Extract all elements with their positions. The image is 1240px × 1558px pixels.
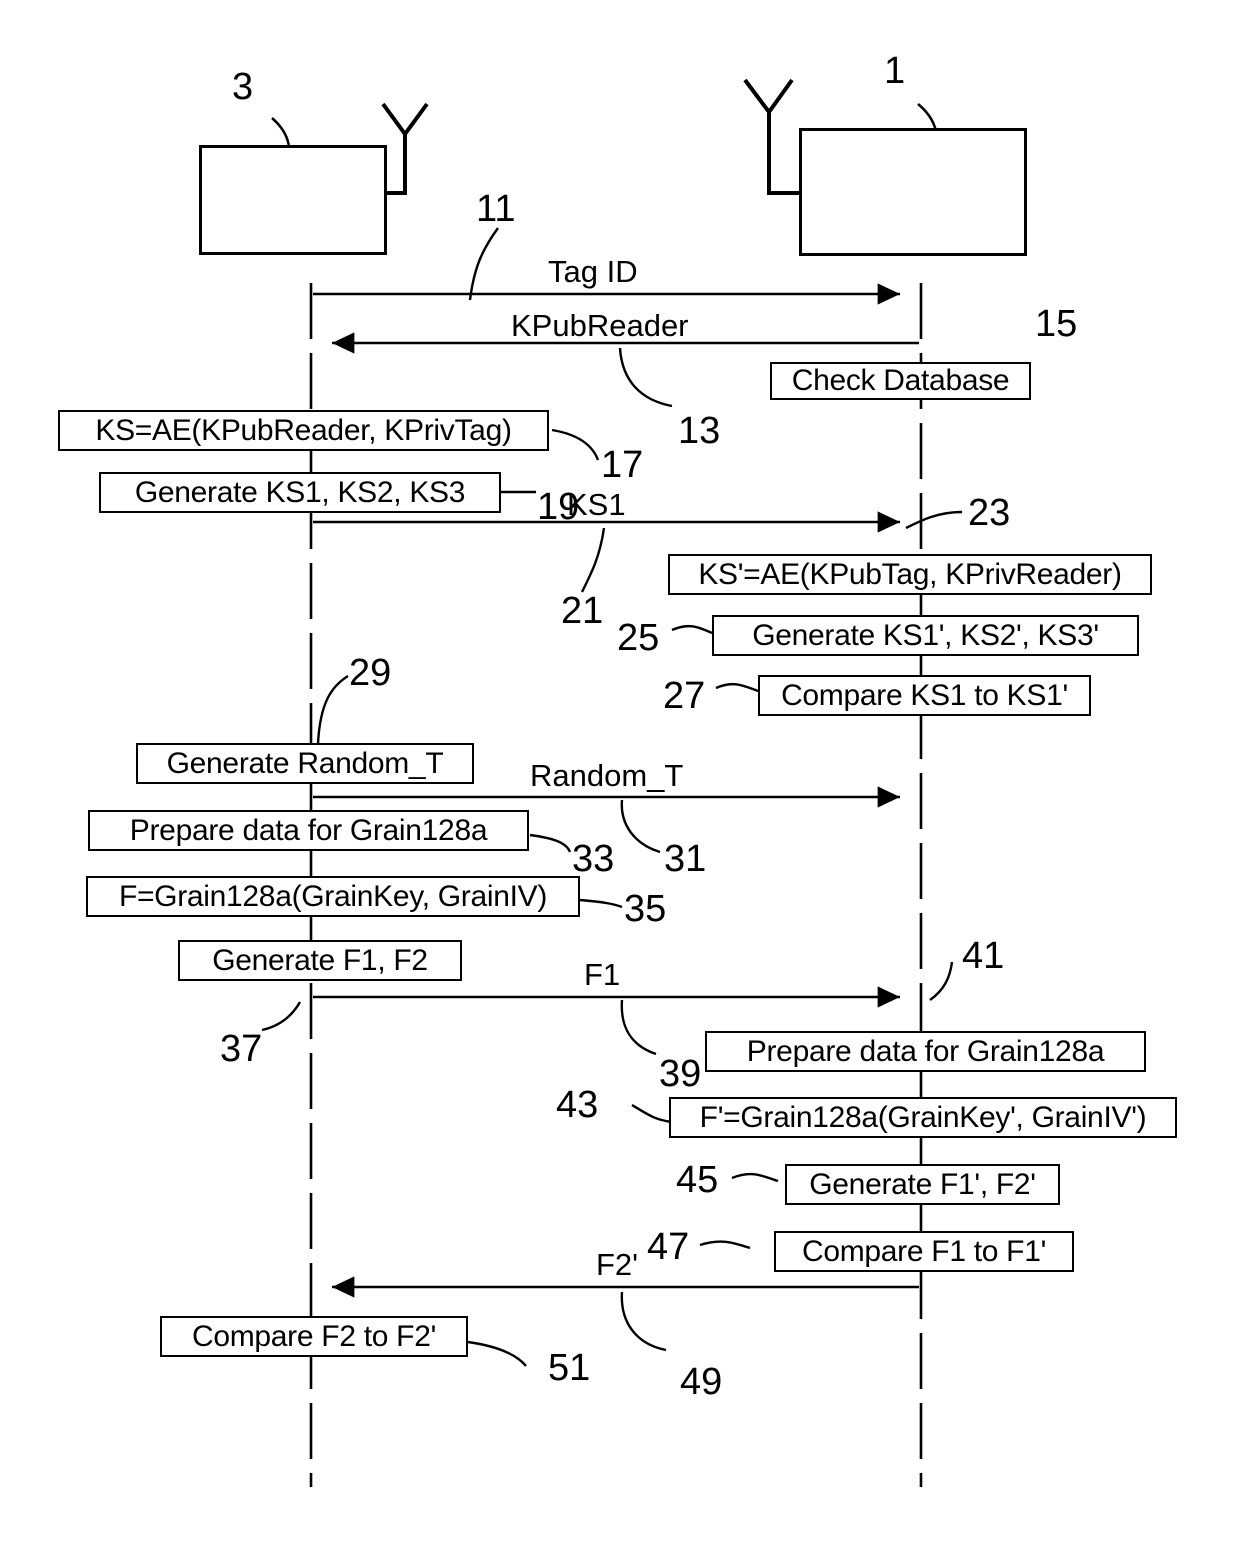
step-box-generate-ks[interactable]: Generate KS1, KS2, KS3 xyxy=(99,472,501,513)
refnum-check-database: 15 xyxy=(1035,303,1078,345)
refnum-tag-device: 3 xyxy=(232,66,254,108)
refnum-ks-ae: 17 xyxy=(601,444,644,486)
refnum-f1-msg: 39 xyxy=(659,1053,702,1095)
leader-41 xyxy=(929,961,954,1001)
refnum-prepare-grain-tag: 33 xyxy=(572,838,615,880)
message-label-f2-prime: F2' xyxy=(596,1247,639,1282)
refnum-generate-f1-prime: 45 xyxy=(676,1159,719,1201)
leader-21 xyxy=(580,527,606,593)
leader-39 xyxy=(620,999,657,1056)
step-box-check-database[interactable]: Check Database xyxy=(770,362,1031,400)
step-box-f-grain[interactable]: F=Grain128a(GrainKey, GrainIV) xyxy=(86,876,580,917)
refnum-compare-f1: 47 xyxy=(647,1226,690,1268)
step-box-prepare-grain-reader[interactable]: Prepare data for Grain128a xyxy=(705,1031,1146,1072)
step-box-ks-prime-ae[interactable]: KS'=AE(KPubTag, KPrivReader) xyxy=(668,554,1152,595)
step-box-compare-f1[interactable]: Compare F1 to F1' xyxy=(774,1231,1074,1272)
refnum-generate-random-t: 29 xyxy=(349,652,392,694)
leader-23 xyxy=(905,510,963,530)
refnum-ks1-arrow: 23 xyxy=(968,492,1011,534)
leader-45 xyxy=(731,1172,779,1183)
refnum-tag-id-msg: 11 xyxy=(476,188,516,230)
leader-35 xyxy=(579,898,623,909)
refnum-f-grain: 35 xyxy=(624,888,667,930)
step-box-generate-f1-f2[interactable]: Generate F1, F2 xyxy=(178,940,462,981)
refnum-ks-prime-ae: 25 xyxy=(617,617,660,659)
refnum-ks1-msg: 21 xyxy=(561,590,604,632)
step-box-f-prime-grain[interactable]: F'=Grain128a(GrainKey', GrainIV') xyxy=(669,1097,1177,1138)
step-box-ks-ae[interactable]: KS=AE(KPubReader, KPrivTag) xyxy=(58,410,549,451)
leader-17 xyxy=(551,428,600,461)
leader-31 xyxy=(620,799,661,854)
leader-51 xyxy=(467,1340,527,1367)
leader-25 xyxy=(671,624,713,635)
leader-11 xyxy=(468,227,499,301)
step-box-compare-f2[interactable]: Compare F2 to F2' xyxy=(160,1316,468,1357)
message-label-f1: F1 xyxy=(584,957,621,992)
step-box-generate-random-t[interactable]: Generate Random_T xyxy=(136,743,474,784)
refnum-generate-ks: 19 xyxy=(537,486,580,528)
leader-47 xyxy=(699,1240,751,1250)
message-label-kpubreader: KPubReader xyxy=(511,308,689,343)
refnum-compare-ks1: 27 xyxy=(663,675,706,717)
refnum-random-t-msg: 31 xyxy=(664,838,707,880)
leader-13 xyxy=(618,347,673,408)
reader-antenna-icon xyxy=(743,78,800,195)
refnum-generate-f1-f2: 37 xyxy=(220,1028,263,1070)
refnum-reader-device: 1 xyxy=(884,50,906,92)
tag-device-box xyxy=(199,145,387,255)
figure-canvas: 3 1 Tag ID KPubReader KS1 Random_T F1 F2… xyxy=(0,0,1240,1558)
leader-29 xyxy=(316,674,349,745)
refnum-f1-arrow: 41 xyxy=(962,935,1005,977)
refnum-compare-f2: 51 xyxy=(548,1347,591,1389)
leader-33 xyxy=(529,833,572,853)
message-label-tag-id: Tag ID xyxy=(548,254,638,289)
leader-27 xyxy=(715,682,759,693)
refnum-kpubreader-msg: 13 xyxy=(678,410,721,452)
step-box-generate-ks-prime[interactable]: Generate KS1', KS2', KS3' xyxy=(712,615,1139,656)
leader-49 xyxy=(620,1291,667,1352)
step-box-compare-ks1[interactable]: Compare KS1 to KS1' xyxy=(758,675,1091,716)
step-box-prepare-grain-tag[interactable]: Prepare data for Grain128a xyxy=(88,810,529,851)
refnum-f2-prime-msg: 49 xyxy=(680,1361,723,1403)
message-label-random-t: Random_T xyxy=(530,758,684,793)
refnum-f-prime-grain: 43 xyxy=(556,1084,599,1126)
leader-43 xyxy=(631,1103,673,1124)
leader-37 xyxy=(261,1001,302,1032)
step-box-generate-f1-prime[interactable]: Generate F1', F2' xyxy=(785,1164,1060,1205)
reader-device-box xyxy=(799,128,1027,256)
